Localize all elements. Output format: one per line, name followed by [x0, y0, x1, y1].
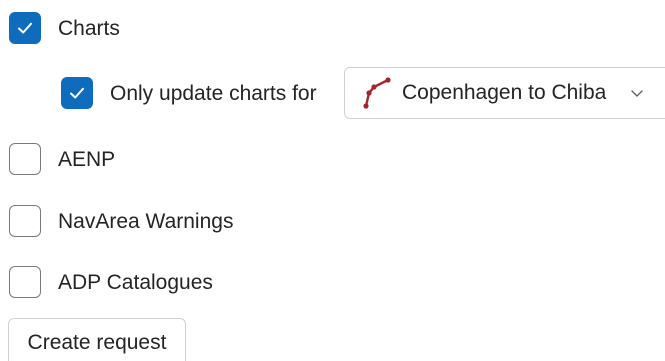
- navarea-label: NavArea Warnings: [58, 209, 234, 233]
- navarea-checkbox[interactable]: [9, 205, 41, 237]
- chevron-down-icon: [630, 88, 644, 98]
- route-dropdown[interactable]: Copenhagen to Chiba: [344, 67, 665, 119]
- request-options-panel: Charts Only update charts for Copenhagen…: [0, 0, 665, 361]
- aenp-label: AENP: [58, 147, 116, 171]
- create-request-button[interactable]: Create request: [8, 318, 186, 361]
- only-update-label: Only update charts for: [110, 81, 317, 105]
- adp-label: ADP Catalogues: [58, 270, 213, 294]
- checkmark-icon: [18, 22, 32, 34]
- route-icon: [361, 76, 393, 110]
- navarea-option[interactable]: NavArea Warnings: [9, 205, 233, 237]
- aenp-checkbox[interactable]: [9, 143, 41, 175]
- charts-option[interactable]: Charts: [9, 12, 120, 44]
- checkmark-icon: [70, 87, 84, 99]
- only-update-option[interactable]: Only update charts for: [61, 77, 317, 109]
- adp-checkbox[interactable]: [9, 266, 41, 298]
- adp-option[interactable]: ADP Catalogues: [9, 266, 213, 298]
- charts-checkbox[interactable]: [9, 12, 41, 44]
- aenp-option[interactable]: AENP: [9, 143, 115, 175]
- only-update-checkbox[interactable]: [61, 77, 93, 109]
- charts-label: Charts: [58, 16, 120, 40]
- route-dropdown-value: Copenhagen to Chiba: [402, 81, 607, 104]
